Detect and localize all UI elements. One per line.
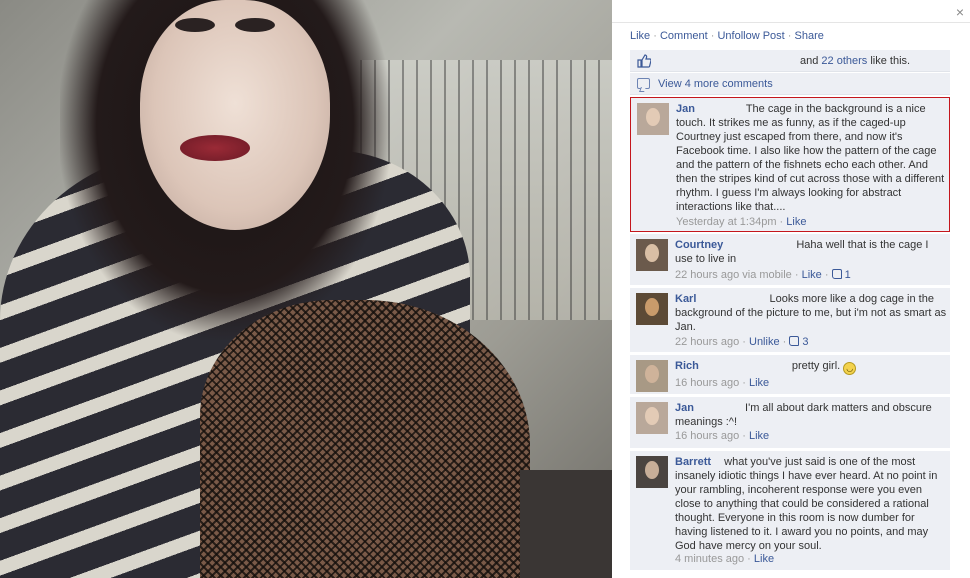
comment-time: 16 hours ago — [675, 430, 740, 442]
comment-like-link[interactable]: Like — [754, 553, 774, 565]
comment-like-link[interactable]: Like — [749, 377, 769, 389]
avatar[interactable] — [636, 402, 668, 434]
comment-like-link[interactable]: Like — [749, 430, 769, 442]
comment-likes-count[interactable]: 3 — [789, 336, 809, 348]
comment-text: what you've just said is one of the most… — [675, 456, 938, 552]
photo-eye-left — [175, 18, 215, 32]
comment-item: Karl Looks more like a dog cage in the b… — [630, 288, 950, 353]
comment-body: Courtney Haha well that is the cage I us… — [675, 238, 947, 266]
comment-time: 4 minutes ago — [675, 553, 745, 565]
comment-bubble-icon — [637, 78, 650, 89]
likes-text: and 22 others like this. — [800, 55, 911, 67]
comment-item: Jan I'm all about dark matters and obscu… — [630, 397, 950, 449]
comment-unlike-link[interactable]: Unlike — [749, 336, 780, 348]
comment-author[interactable]: Jan — [675, 402, 694, 414]
comment-meta: 22 hours ago via mobile · Like · 1 — [675, 269, 851, 281]
comment-author[interactable]: Jan — [676, 103, 695, 115]
comment-meta: 16 hours ago · Like — [675, 377, 770, 389]
post-actions: Like · Comment · Unfollow Post · Share — [630, 30, 824, 42]
photo-fishnet-legs — [200, 300, 530, 578]
comment-like-link[interactable]: Like — [786, 216, 806, 228]
comment-text: The cage in the background is a nice tou… — [676, 103, 945, 213]
comment-meta: Yesterday at 1:34pm · Like — [676, 216, 807, 228]
comment-time: 22 hours ago — [675, 336, 740, 348]
separator: · — [710, 30, 715, 42]
likes-others-link[interactable]: 22 others — [821, 55, 867, 67]
share-link[interactable]: Share — [795, 30, 824, 42]
comment-time: Yesterday at 1:34pm — [676, 216, 777, 228]
photo-face — [140, 0, 330, 230]
comment-time: 16 hours ago — [675, 377, 740, 389]
comment-author[interactable]: Rich — [675, 360, 699, 372]
unfollow-post-link[interactable]: Unfollow Post — [717, 30, 784, 42]
close-icon[interactable]: × — [956, 4, 964, 20]
comment-body: Karl Looks more like a dog cage in the b… — [675, 292, 947, 334]
comment-text: I'm all about dark matters and obscure m… — [675, 402, 932, 428]
comment-meta: 16 hours ago · Like — [675, 430, 770, 442]
photo-lips — [180, 135, 250, 161]
comment-body: Jan I'm all about dark matters and obscu… — [675, 401, 947, 429]
comment-likes-count[interactable]: 1 — [831, 269, 851, 281]
view-more-comments-link[interactable]: View 4 more comments — [658, 78, 773, 90]
comment-like-link[interactable]: Like — [802, 269, 822, 281]
comment-body: Jan The cage in the background is a nice… — [676, 102, 948, 214]
avatar[interactable] — [636, 360, 668, 392]
avatar[interactable] — [636, 239, 668, 271]
comment-body: Barrett what you've just said is one of … — [675, 455, 947, 553]
comment-meta: 4 minutes ago · Like — [675, 553, 775, 565]
avatar[interactable] — [636, 456, 668, 488]
photo-viewer-image — [0, 0, 612, 578]
comment-body: Rich pretty girl. ◡ — [675, 359, 947, 375]
separator: · — [653, 30, 657, 42]
comment-link[interactable]: Comment — [660, 30, 708, 42]
comment-text: Looks more like a dog cage in the backgr… — [675, 293, 947, 333]
photo-eye-right — [235, 18, 275, 32]
view-more-comments[interactable]: View 4 more comments — [630, 73, 950, 95]
divider — [612, 22, 970, 23]
thumbs-up-icon — [637, 54, 651, 68]
comment-text: pretty girl. — [791, 360, 841, 372]
comment-author[interactable]: Courtney — [675, 239, 723, 251]
like-link[interactable]: Like — [630, 30, 650, 42]
avatar[interactable] — [636, 293, 668, 325]
avatar[interactable] — [637, 103, 669, 135]
thumbs-up-icon — [831, 269, 842, 279]
comment-author[interactable]: Barrett — [675, 456, 711, 468]
comment-item: Courtney Haha well that is the cage I us… — [630, 234, 950, 286]
separator: · — [787, 30, 792, 42]
comment-time: 22 hours ago via mobile — [675, 269, 792, 281]
comment-item: Jan The cage in the background is a nice… — [630, 97, 950, 232]
smiley-icon: ◡ — [843, 362, 857, 375]
comment-meta: 22 hours ago · Unlike · 3 — [675, 336, 809, 348]
comment-item: Rich pretty girl. ◡ 16 hours ago · Like — [630, 355, 950, 395]
likes-summary: and 22 others like this. — [630, 50, 950, 72]
comments-panel: × Like · Comment · Unfollow Post · Share… — [612, 0, 970, 578]
comment-author[interactable]: Karl — [675, 293, 696, 305]
photo-chair — [520, 470, 612, 578]
comment-item: Barrett what you've just said is one of … — [630, 451, 950, 571]
thumbs-up-icon — [789, 336, 800, 346]
